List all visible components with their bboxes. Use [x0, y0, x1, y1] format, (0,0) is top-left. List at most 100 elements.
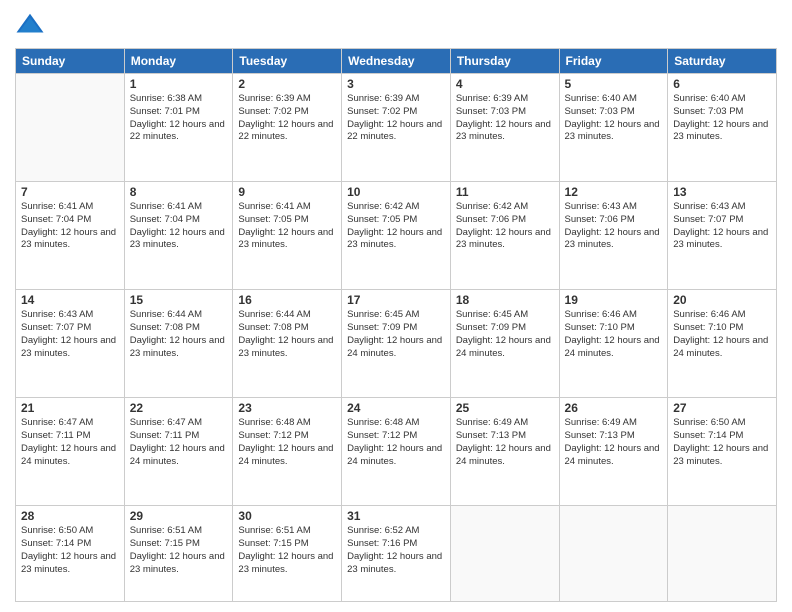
day-info: Sunrise: 6:50 AMSunset: 7:14 PMDaylight:… — [673, 417, 771, 468]
day-number: 8 — [130, 185, 228, 199]
day-info: Sunrise: 6:45 AMSunset: 7:09 PMDaylight:… — [456, 309, 554, 360]
calendar-cell: 8 Sunrise: 6:41 AMSunset: 7:04 PMDaylight… — [124, 182, 233, 290]
calendar-cell: 31 Sunrise: 6:52 AMSunset: 7:16 PMDayligh… — [342, 506, 451, 602]
weekday-header: Sunday — [16, 49, 125, 74]
calendar-cell: 4 Sunrise: 6:39 AMSunset: 7:03 PMDaylight… — [450, 74, 559, 182]
calendar-cell: 24Sunrise: 6:48 AMSunset: 7:12 PMDayligh… — [342, 398, 451, 506]
day-number: 21 — [21, 401, 119, 415]
day-info: Sunrise: 6:52 AMSunset: 7:16 PMDaylight:… — [347, 525, 445, 576]
day-info: Sunrise: 6:47 AMSunset: 7:11 PMDaylight:… — [130, 417, 228, 468]
weekday-header: Thursday — [450, 49, 559, 74]
logo — [15, 10, 49, 40]
day-info: Sunrise: 6:44 AMSunset: 7:08 PMDaylight:… — [238, 309, 336, 360]
day-number: 27 — [673, 401, 771, 415]
calendar-cell — [559, 506, 668, 602]
day-info: Sunrise: 6:39 AMSunset: 7:02 PMDaylight:… — [347, 93, 445, 144]
day-info: Sunrise: 6:39 AMSunset: 7:03 PMDaylight:… — [456, 93, 554, 144]
day-number: 17 — [347, 293, 445, 307]
calendar-cell: 15 Sunrise: 6:44 AMSunset: 7:08 PMDayligh… — [124, 290, 233, 398]
day-number: 20 — [673, 293, 771, 307]
day-number: 31 — [347, 509, 445, 523]
calendar-cell: 1 Sunrise: 6:38 AMSunset: 7:01 PMDaylight… — [124, 74, 233, 182]
day-number: 24 — [347, 401, 445, 415]
calendar-cell: 26 Sunrise: 6:49 AMSunset: 7:13 PMDayligh… — [559, 398, 668, 506]
day-number: 19 — [565, 293, 663, 307]
calendar-cell: 30 Sunrise: 6:51 AMSunset: 7:15 PMDayligh… — [233, 506, 342, 602]
day-info: Sunrise: 6:45 AMSunset: 7:09 PMDaylight:… — [347, 309, 445, 360]
weekday-header: Saturday — [668, 49, 777, 74]
calendar-cell: 17 Sunrise: 6:45 AMSunset: 7:09 PMDayligh… — [342, 290, 451, 398]
calendar-cell: 29Sunrise: 6:51 AMSunset: 7:15 PMDayligh… — [124, 506, 233, 602]
day-info: Sunrise: 6:51 AMSunset: 7:15 PMDaylight:… — [238, 525, 336, 576]
day-info: Sunrise: 6:43 AMSunset: 7:07 PMDaylight:… — [673, 201, 771, 252]
calendar-cell: 21 Sunrise: 6:47 AMSunset: 7:11 PMDayligh… — [16, 398, 125, 506]
calendar-week-row: 1 Sunrise: 6:38 AMSunset: 7:01 PMDaylight… — [16, 74, 777, 182]
day-number: 25 — [456, 401, 554, 415]
day-info: Sunrise: 6:40 AMSunset: 7:03 PMDaylight:… — [673, 93, 771, 144]
day-number: 12 — [565, 185, 663, 199]
day-number: 9 — [238, 185, 336, 199]
calendar-cell: 28 Sunrise: 6:50 AMSunset: 7:14 PMDayligh… — [16, 506, 125, 602]
calendar-week-row: 21 Sunrise: 6:47 AMSunset: 7:11 PMDayligh… — [16, 398, 777, 506]
calendar-cell: 25 Sunrise: 6:49 AMSunset: 7:13 PMDayligh… — [450, 398, 559, 506]
calendar-cell: 18 Sunrise: 6:45 AMSunset: 7:09 PMDayligh… — [450, 290, 559, 398]
day-info: Sunrise: 6:39 AMSunset: 7:02 PMDaylight:… — [238, 93, 336, 144]
calendar-cell: 16 Sunrise: 6:44 AMSunset: 7:08 PMDayligh… — [233, 290, 342, 398]
calendar: SundayMondayTuesdayWednesdayThursdayFrid… — [15, 48, 777, 602]
header — [15, 10, 777, 40]
calendar-cell: 13 Sunrise: 6:43 AMSunset: 7:07 PMDayligh… — [668, 182, 777, 290]
day-number: 13 — [673, 185, 771, 199]
day-info: Sunrise: 6:46 AMSunset: 7:10 PMDaylight:… — [565, 309, 663, 360]
calendar-cell: 19 Sunrise: 6:46 AMSunset: 7:10 PMDayligh… — [559, 290, 668, 398]
calendar-cell: 23 Sunrise: 6:48 AMSunset: 7:12 PMDayligh… — [233, 398, 342, 506]
calendar-cell: 14Sunrise: 6:43 AMSunset: 7:07 PMDayligh… — [16, 290, 125, 398]
calendar-cell: 2Sunrise: 6:39 AMSunset: 7:02 PMDaylight… — [233, 74, 342, 182]
day-info: Sunrise: 6:38 AMSunset: 7:01 PMDaylight:… — [130, 93, 228, 144]
day-number: 14 — [21, 293, 119, 307]
day-info: Sunrise: 6:42 AMSunset: 7:06 PMDaylight:… — [456, 201, 554, 252]
day-info: Sunrise: 6:51 AMSunset: 7:15 PMDaylight:… — [130, 525, 228, 576]
weekday-header: Monday — [124, 49, 233, 74]
day-info: Sunrise: 6:47 AMSunset: 7:11 PMDaylight:… — [21, 417, 119, 468]
day-number: 30 — [238, 509, 336, 523]
day-number: 15 — [130, 293, 228, 307]
calendar-cell: 9Sunrise: 6:41 AMSunset: 7:05 PMDaylight… — [233, 182, 342, 290]
weekday-header: Friday — [559, 49, 668, 74]
calendar-week-row: 14Sunrise: 6:43 AMSunset: 7:07 PMDayligh… — [16, 290, 777, 398]
day-number: 10 — [347, 185, 445, 199]
calendar-cell: 12Sunrise: 6:43 AMSunset: 7:06 PMDayligh… — [559, 182, 668, 290]
calendar-cell: 3Sunrise: 6:39 AMSunset: 7:02 PMDaylight… — [342, 74, 451, 182]
calendar-cell — [450, 506, 559, 602]
day-number: 7 — [21, 185, 119, 199]
day-info: Sunrise: 6:48 AMSunset: 7:12 PMDaylight:… — [238, 417, 336, 468]
day-number: 28 — [21, 509, 119, 523]
calendar-week-row: 28 Sunrise: 6:50 AMSunset: 7:14 PMDayligh… — [16, 506, 777, 602]
day-info: Sunrise: 6:49 AMSunset: 7:13 PMDaylight:… — [456, 417, 554, 468]
day-number: 18 — [456, 293, 554, 307]
calendar-cell: 27 Sunrise: 6:50 AMSunset: 7:14 PMDayligh… — [668, 398, 777, 506]
day-info: Sunrise: 6:41 AMSunset: 7:04 PMDaylight:… — [21, 201, 119, 252]
weekday-header-row: SundayMondayTuesdayWednesdayThursdayFrid… — [16, 49, 777, 74]
day-number: 23 — [238, 401, 336, 415]
weekday-header: Wednesday — [342, 49, 451, 74]
day-number: 6 — [673, 77, 771, 91]
day-number: 16 — [238, 293, 336, 307]
day-number: 22 — [130, 401, 228, 415]
day-number: 4 — [456, 77, 554, 91]
calendar-cell: 20Sunrise: 6:46 AMSunset: 7:10 PMDayligh… — [668, 290, 777, 398]
day-info: Sunrise: 6:44 AMSunset: 7:08 PMDaylight:… — [130, 309, 228, 360]
day-number: 1 — [130, 77, 228, 91]
calendar-cell: 22 Sunrise: 6:47 AMSunset: 7:11 PMDayligh… — [124, 398, 233, 506]
weekday-header: Tuesday — [233, 49, 342, 74]
calendar-cell: 6 Sunrise: 6:40 AMSunset: 7:03 PMDaylight… — [668, 74, 777, 182]
calendar-cell — [668, 506, 777, 602]
day-info: Sunrise: 6:49 AMSunset: 7:13 PMDaylight:… — [565, 417, 663, 468]
day-info: Sunrise: 6:42 AMSunset: 7:05 PMDaylight:… — [347, 201, 445, 252]
page: SundayMondayTuesdayWednesdayThursdayFrid… — [0, 0, 792, 612]
day-number: 26 — [565, 401, 663, 415]
calendar-cell: 5Sunrise: 6:40 AMSunset: 7:03 PMDaylight… — [559, 74, 668, 182]
calendar-cell — [16, 74, 125, 182]
day-info: Sunrise: 6:50 AMSunset: 7:14 PMDaylight:… — [21, 525, 119, 576]
day-info: Sunrise: 6:41 AMSunset: 7:04 PMDaylight:… — [130, 201, 228, 252]
calendar-cell: 11Sunrise: 6:42 AMSunset: 7:06 PMDayligh… — [450, 182, 559, 290]
